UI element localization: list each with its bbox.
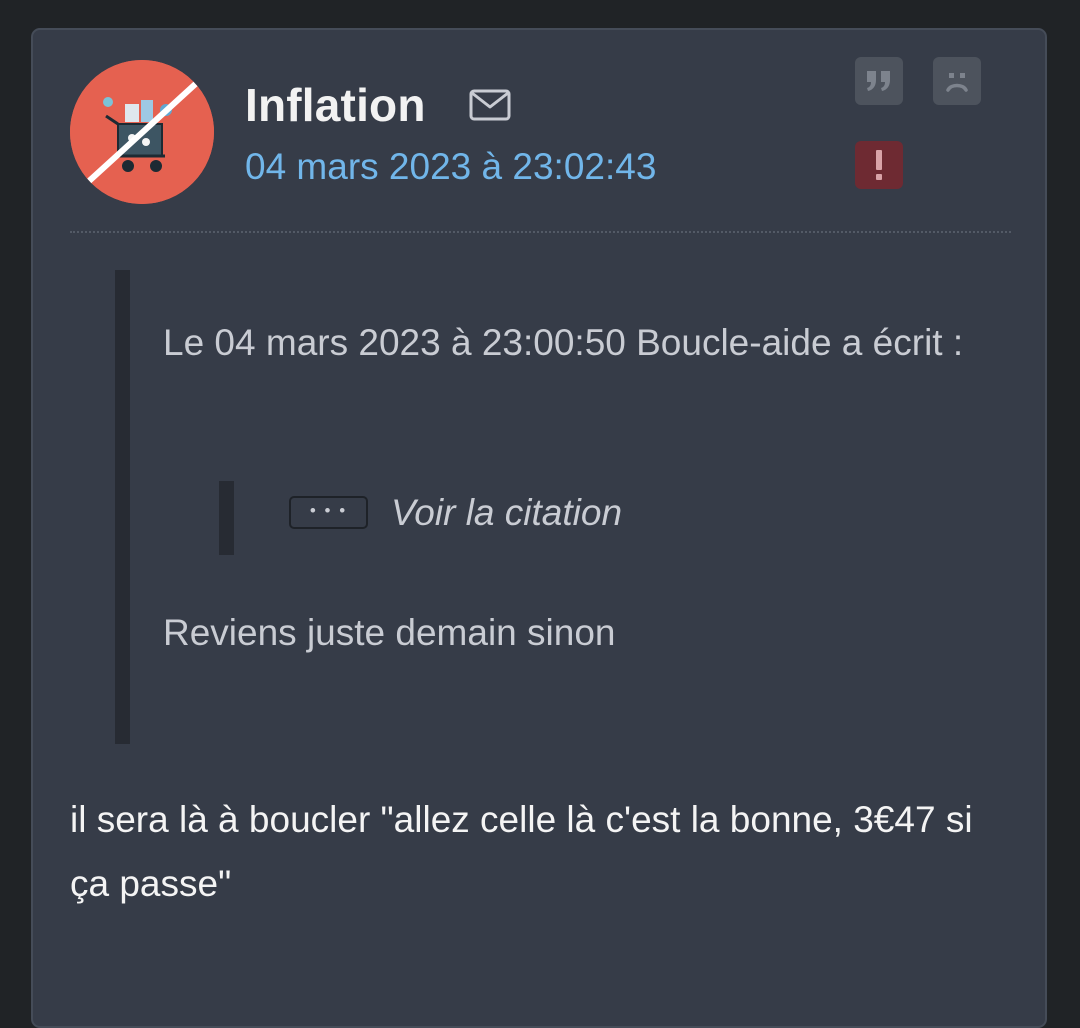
post-message: il sera là à boucler "allez celle là c'e… [70, 799, 973, 904]
forum-post: Inflation 04 mars 2023 à 23:02:43 Le 04 … [31, 28, 1047, 1028]
header-divider [70, 231, 1011, 233]
exclamation-icon [876, 150, 882, 180]
show-quote-label[interactable]: Voir la citation [391, 489, 622, 537]
author-name[interactable]: Inflation [245, 75, 426, 135]
expand-quote-button[interactable]: • • • [289, 496, 368, 529]
avatar-image [70, 60, 214, 204]
quote-header: Le 04 mars 2023 à 23:00:50 Boucle-aide a… [163, 322, 964, 363]
sad-face-icon [946, 73, 968, 92]
quote-button[interactable] [855, 57, 903, 105]
quote-icon [867, 71, 890, 91]
quote-body: Reviens juste demain sinon [163, 612, 616, 653]
private-message-button[interactable] [933, 57, 981, 105]
blockquote: Le 04 mars 2023 à 23:00:50 Boucle-aide a… [115, 270, 1010, 744]
user-avatar[interactable] [70, 60, 214, 204]
envelope-icon[interactable] [469, 89, 511, 121]
report-button[interactable] [855, 141, 903, 189]
nested-quote: • • • Voir la citation [219, 481, 934, 555]
post-date-link[interactable]: 04 mars 2023 à 23:02:43 [245, 143, 656, 191]
